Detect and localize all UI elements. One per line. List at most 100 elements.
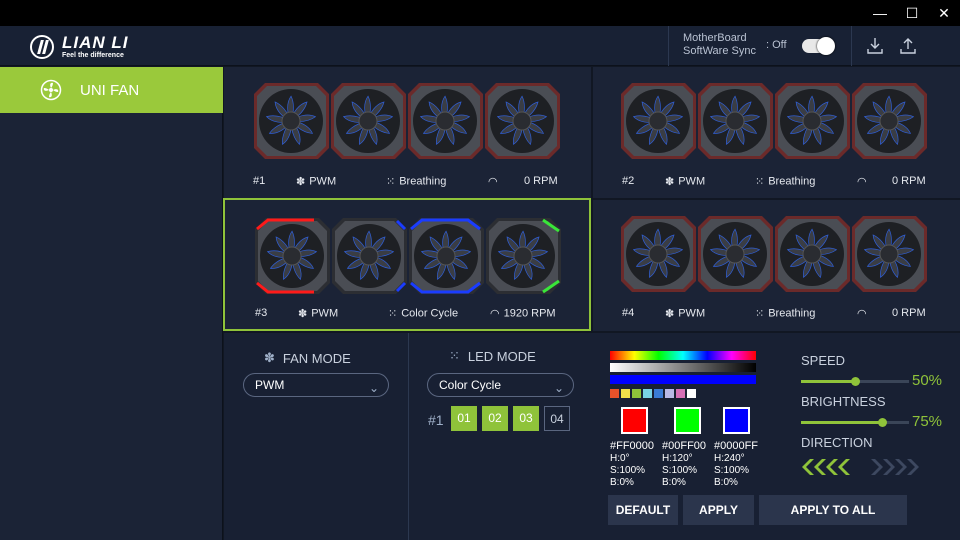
fan-1 — [254, 217, 331, 295]
brightness-slider[interactable] — [801, 418, 909, 427]
fan-3 — [774, 82, 851, 160]
fan-group-panel-3[interactable]: #3 ✽ PWM ⁙ Color Cycle ◠ 1920 RPM — [223, 198, 591, 331]
led-mode-info: ⁙ Breathing — [755, 175, 816, 188]
palette-swatch[interactable] — [676, 389, 685, 398]
default-button[interactable]: DEFAULT — [608, 495, 678, 525]
sidebar-item-label: UNI FAN — [80, 81, 140, 99]
saturation-slider[interactable] — [610, 363, 756, 372]
app-header: LIAN LI Feel the difference MotherBoard … — [0, 26, 960, 66]
fan-icon — [40, 79, 62, 101]
fan-mode-icon: ✽ — [298, 308, 308, 320]
fan-1 — [620, 215, 697, 293]
fan-mode-icon: ✽ — [665, 308, 675, 320]
fan-4 — [485, 217, 562, 295]
color-swatch-2[interactable] — [674, 407, 701, 434]
upload-icon[interactable] — [898, 36, 918, 56]
fan-mode-icon: ✽ — [665, 176, 675, 188]
fan-select-04[interactable]: 04 — [544, 406, 570, 431]
led-mode-info: ⁙ Color Cycle — [388, 307, 459, 320]
fan-mode-info: ✽ PWM — [665, 175, 706, 188]
group-id: #1 — [253, 175, 266, 187]
palette-swatch[interactable] — [665, 389, 674, 398]
brightness-value: 75% — [912, 413, 943, 430]
fan-group-panel-4[interactable]: #4 ✽ PWM ⁙ Breathing ◠ 0 RPM — [593, 200, 960, 331]
brightness-label: BRIGHTNESS — [801, 394, 886, 409]
speedometer-icon: ◠ — [490, 308, 500, 320]
fan-row — [620, 215, 928, 293]
fan-group-panel-2[interactable]: #2 ✽ PWM ⁙ Breathing ◠ 0 RPM — [593, 67, 960, 198]
brightness-color-slider[interactable] — [610, 375, 756, 384]
fan-row — [253, 82, 561, 160]
minimize-button[interactable]: — — [864, 0, 896, 26]
direction-left-button[interactable] — [801, 459, 861, 475]
led-icon: ⁙ — [755, 308, 765, 320]
led-icon: ⁙ — [755, 176, 765, 188]
led-icon: ⁙ — [388, 308, 398, 320]
rpm-value: 0 RPM — [524, 175, 558, 187]
fan-mode-icon: ✽ — [264, 350, 275, 365]
logo-mark-icon — [30, 34, 54, 59]
brightness-slider-knob[interactable] — [878, 418, 887, 427]
speedometer-icon: ◠ — [857, 308, 867, 320]
color-info-2: #00FF00 H:120° S:100% B:0% — [662, 440, 707, 488]
fan-4 — [484, 82, 561, 160]
color-swatch-3[interactable] — [723, 407, 750, 434]
speed-label: SPEED — [801, 353, 846, 368]
rpm-value: 0 RPM — [892, 307, 926, 319]
fan-mode-title: ✽ FAN MODE — [264, 350, 351, 366]
speed-slider[interactable] — [801, 377, 909, 386]
palette-swatch[interactable] — [621, 389, 630, 398]
hue-slider[interactable] — [610, 351, 756, 360]
lian-li-logo: LIAN LI Feel the difference — [30, 34, 129, 59]
logo-tagline: Feel the difference — [62, 52, 124, 59]
direction-label: DIRECTION — [801, 435, 873, 450]
led-mode-select[interactable]: Color Cycle ⌄ — [427, 373, 574, 397]
fan-group-panel-1[interactable]: #1 ✽ PWM ⁙ Breathing ◠ 0 RPM — [224, 67, 591, 198]
fan-3 — [774, 215, 851, 293]
selected-group-label: #1 — [428, 412, 444, 428]
group-id: #2 — [622, 175, 635, 187]
fan-2 — [697, 215, 774, 293]
palette-swatch[interactable] — [632, 389, 641, 398]
color-swatch-1[interactable] — [621, 407, 648, 434]
logo-name: LIAN LI — [62, 33, 129, 52]
motherboard-sync-toggle[interactable] — [802, 37, 835, 55]
fan-select-02[interactable]: 02 — [482, 406, 508, 431]
palette-swatch[interactable] — [610, 389, 619, 398]
fan-2 — [330, 82, 407, 160]
fan-select-03[interactable]: 03 — [513, 406, 539, 431]
apply-button[interactable]: APPLY — [683, 495, 754, 525]
speed-value: 50% — [912, 372, 943, 389]
rpm-info: ◠ — [857, 175, 871, 188]
fan-select-01[interactable]: 01 — [451, 406, 477, 431]
fan-1 — [620, 82, 697, 160]
rpm-value: 0 RPM — [892, 175, 926, 187]
speedometer-icon: ◠ — [857, 176, 867, 188]
group-id: #4 — [622, 307, 635, 319]
sidebar-item-uni-fan[interactable]: UNI FAN — [0, 67, 223, 113]
color-info-1: #FF0000 H:0° S:100% B:0% — [610, 440, 655, 488]
fan-2 — [331, 217, 408, 295]
close-button[interactable]: ✕ — [928, 0, 960, 26]
fan-row — [254, 217, 562, 295]
palette-swatch[interactable] — [643, 389, 652, 398]
fan-mode-info: ✽ PWM — [296, 175, 337, 188]
motherboard-sync-label: MotherBoard SoftWare Sync — [683, 32, 756, 57]
palette-swatch[interactable] — [654, 389, 663, 398]
fan-3 — [407, 82, 484, 160]
led-mode-info: ⁙ Breathing — [755, 307, 816, 320]
fan-mode-select[interactable]: PWM ⌄ — [243, 373, 389, 397]
fan-mode-info: ✽ PWM — [298, 307, 339, 320]
maximize-button[interactable]: ☐ — [896, 0, 928, 26]
download-icon[interactable] — [865, 36, 885, 56]
color-palette — [610, 389, 696, 398]
fan-3 — [408, 217, 485, 295]
color-info-3: #0000FF H:240° S:100% B:0% — [714, 440, 759, 488]
fan-4 — [851, 215, 928, 293]
palette-swatch[interactable] — [687, 389, 696, 398]
direction-right-button[interactable] — [867, 459, 927, 475]
speed-slider-knob[interactable] — [851, 377, 860, 386]
chevron-down-icon: ⌄ — [553, 381, 564, 395]
led-mode-info: ⁙ Breathing — [386, 175, 447, 188]
apply-to-all-button[interactable]: APPLY TO ALL — [759, 495, 907, 525]
